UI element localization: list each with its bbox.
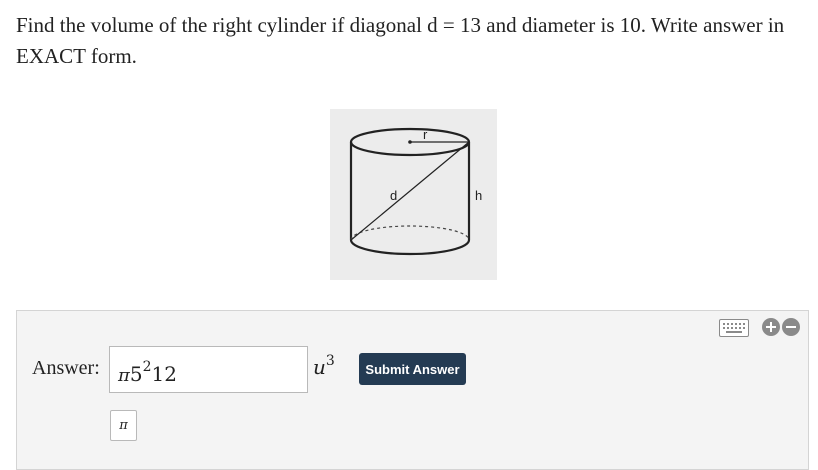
answer-panel: Answer: π5212 u3 Submit Answer π xyxy=(16,310,809,470)
height-label: h xyxy=(475,188,482,203)
unit-symbol: u xyxy=(313,355,326,379)
cylinder-diagram: r d h xyxy=(349,127,482,256)
cylinder-bottom-back-arc xyxy=(350,225,470,241)
insert-pi-button[interactable]: π xyxy=(110,410,137,441)
diagonal-line xyxy=(350,141,470,241)
plus-icon[interactable] xyxy=(762,318,780,336)
cylinder-figure: r d h xyxy=(330,109,497,280)
keyboard-icon[interactable] xyxy=(719,319,749,337)
answer-label: Answer: xyxy=(32,357,100,379)
answer-base: 5 xyxy=(129,362,143,386)
question-text: Find the volume of the right cylinder if… xyxy=(16,13,785,68)
submit-answer-button[interactable]: Submit Answer xyxy=(359,353,466,385)
cylinder-bottom-front-arc xyxy=(349,239,471,256)
radius-label: r xyxy=(423,127,428,142)
minus-icon[interactable] xyxy=(782,318,800,336)
answer-pi-symbol: π xyxy=(118,365,130,386)
answer-input[interactable]: π5212 xyxy=(109,346,308,393)
unit-label: u3 xyxy=(313,353,335,379)
unit-exponent: 3 xyxy=(325,353,335,369)
answer-exponent: 2 xyxy=(142,359,152,375)
diagonal-label: d xyxy=(390,188,397,203)
answer-factor: 12 xyxy=(151,362,177,386)
